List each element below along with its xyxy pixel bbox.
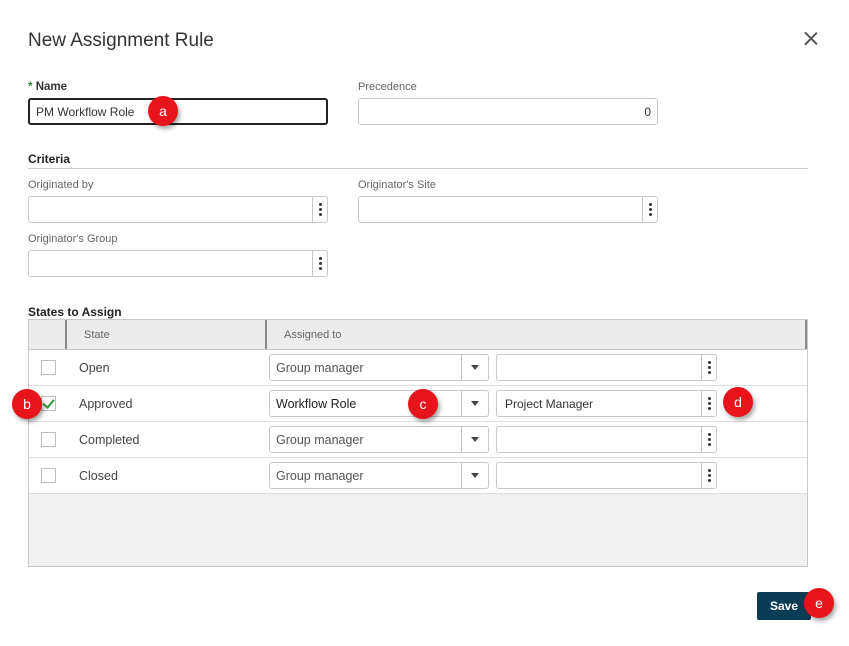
row-checkbox[interactable] — [41, 468, 56, 483]
checkmark-icon — [42, 396, 55, 409]
chevron-down-icon[interactable] — [461, 463, 488, 488]
assigned-value: Project Manager — [505, 396, 594, 411]
chevron-down-icon[interactable] — [461, 427, 488, 452]
assigned-value-picker[interactable] — [496, 426, 717, 453]
name-input-value: PM Workflow Role — [36, 104, 135, 119]
assigned-type-value: Group manager — [276, 432, 364, 447]
originators-site-label: Originator's Site — [358, 179, 436, 191]
assigned-value-picker[interactable] — [496, 354, 717, 381]
annotation-badge-a: a — [148, 96, 178, 126]
originated-by-label: Originated by — [28, 179, 94, 191]
chevron-down-icon[interactable] — [461, 355, 488, 380]
more-options-icon[interactable] — [701, 391, 716, 416]
assigned-type-value: Group manager — [276, 360, 364, 375]
annotation-badge-c: c — [408, 389, 438, 419]
annotation-badge-b: b — [12, 389, 42, 419]
state-label: Approved — [79, 396, 133, 411]
more-options-icon[interactable] — [701, 427, 716, 452]
chevron-down-icon[interactable] — [461, 391, 488, 416]
column-resize-handle[interactable] — [805, 320, 807, 349]
column-resize-handle[interactable] — [265, 320, 267, 349]
table-row: Open Group manager — [29, 350, 807, 386]
table-row: Closed Group manager — [29, 458, 807, 494]
state-label: Closed — [79, 468, 118, 483]
more-options-icon[interactable] — [312, 197, 327, 222]
assigned-type-select[interactable]: Group manager — [269, 354, 489, 381]
row-checkbox[interactable] — [41, 396, 56, 411]
precedence-input-value: 0 — [644, 104, 651, 119]
assigned-value — [497, 355, 701, 380]
grid-header: State Assigned to — [29, 320, 807, 350]
more-options-icon[interactable] — [701, 355, 716, 380]
assigned-type-select[interactable]: Group manager — [269, 426, 489, 453]
states-heading: States to Assign — [28, 305, 122, 319]
dialog-title: New Assignment Rule — [28, 30, 214, 51]
name-label-text: Name — [35, 81, 68, 93]
assigned-value — [497, 463, 701, 488]
state-label: Completed — [79, 432, 140, 447]
more-options-icon[interactable] — [642, 197, 657, 222]
row-checkbox[interactable] — [41, 432, 56, 447]
state-label: Open — [79, 360, 110, 375]
assigned-type-select[interactable]: Workflow Role — [269, 390, 489, 417]
originated-by-value — [29, 197, 312, 222]
originated-by-picker[interactable] — [28, 196, 328, 223]
row-checkbox[interactable] — [41, 360, 56, 375]
originators-group-value — [29, 251, 312, 276]
assigned-value — [497, 427, 701, 452]
originators-group-picker[interactable] — [28, 250, 328, 277]
annotation-badge-e: e — [804, 588, 834, 618]
annotation-badge-d: d — [723, 387, 753, 417]
required-marker: * — [28, 81, 33, 93]
originators-group-label: Originator's Group — [28, 233, 118, 245]
criteria-heading: Criteria — [28, 152, 71, 166]
column-header-assigned-to[interactable]: Assigned to — [284, 320, 341, 349]
assigned-type-value: Group manager — [276, 468, 364, 483]
name-label: * Name — [28, 81, 67, 93]
column-resize-handle[interactable] — [65, 320, 67, 349]
precedence-label: Precedence — [358, 81, 417, 93]
more-options-icon[interactable] — [312, 251, 327, 276]
states-grid: State Assigned to Open Group manager App… — [28, 319, 808, 567]
assigned-value-picker[interactable]: Project Manager — [496, 390, 717, 417]
assigned-type-select[interactable]: Group manager — [269, 462, 489, 489]
criteria-divider — [28, 168, 808, 169]
save-button[interactable]: Save — [757, 592, 811, 620]
more-options-icon[interactable] — [701, 463, 716, 488]
column-header-state[interactable]: State — [84, 320, 110, 349]
table-row: Completed Group manager — [29, 422, 807, 458]
precedence-input[interactable]: 0 — [358, 98, 658, 125]
originators-site-value — [359, 197, 642, 222]
close-icon[interactable] — [800, 28, 822, 50]
name-input[interactable]: PM Workflow Role — [28, 98, 328, 125]
assigned-value-picker[interactable] — [496, 462, 717, 489]
originators-site-picker[interactable] — [358, 196, 658, 223]
